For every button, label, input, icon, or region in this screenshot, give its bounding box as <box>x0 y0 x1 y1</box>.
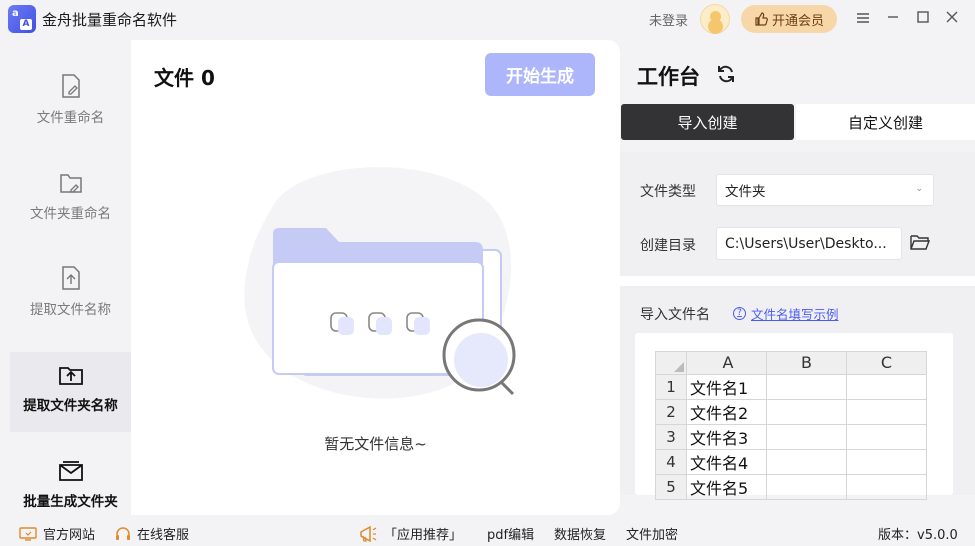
file-count: 文件 0 <box>154 66 215 90</box>
column-header: B <box>766 351 847 375</box>
version-text: 版本：v5.0.0 <box>878 528 958 543</box>
maximize-icon[interactable] <box>913 9 933 29</box>
sidebar: 文件重命名 文件夹重命名 提取文件名称 提取文件夹名称 批量生成文件夹 <box>10 40 131 515</box>
sheet-corner-cell <box>655 351 687 375</box>
sidebar-item-label: 文件夹重命名 <box>30 206 111 222</box>
online-support-link[interactable]: 在线客服 <box>115 524 189 543</box>
row-number: 5 <box>655 473 687 500</box>
empty-folder-illustration <box>244 167 516 399</box>
vip-button[interactable]: 开通会员 <box>741 5 837 33</box>
sidebar-item-label: 文件重命名 <box>36 110 105 126</box>
workbench-tabs: 导入创建 自定义创建 <box>621 104 975 140</box>
folder-stack-icon <box>58 461 83 481</box>
footer-bar: 官方网站 在线客服 「应用推荐」 pdf编辑 数据恢复 文件加密 版本：v5.0… <box>0 516 975 546</box>
row-number: 2 <box>655 398 687 425</box>
file-type-label: 文件类型 <box>640 184 696 200</box>
folder-open-icon[interactable] <box>910 233 930 251</box>
table-row: 5 文件名5 <box>655 473 927 500</box>
file-type-select[interactable]: 文件夹 ⌄ <box>716 174 934 206</box>
column-header: A <box>686 351 767 375</box>
directory-label: 创建目录 <box>640 238 696 254</box>
cell-c <box>846 373 927 400</box>
sheet-header-row: A B C <box>655 351 927 375</box>
title-bar: a A 金舟批量重命名软件 未登录 开通会员 <box>0 0 975 38</box>
cell-c <box>846 448 927 475</box>
spreadsheet-table: A B C 1 文件名1 2 文件名2 3 文件名3 4 文件名4 5 文件名5 <box>655 351 927 500</box>
cell-b <box>766 473 847 500</box>
table-row: 4 文件名4 <box>655 448 927 475</box>
table-row: 3 文件名3 <box>655 423 927 450</box>
logo-letter-large: A <box>20 19 32 30</box>
main-panel: 文件 0 开始生成 暂无文件信息~ <box>131 40 620 515</box>
filename-example-label: 文件名填写示例 <box>751 307 839 322</box>
sidebar-item-extract-folder-names[interactable]: 提取文件夹名称 <box>10 352 131 432</box>
row-number: 4 <box>655 448 687 475</box>
cell-a: 文件名1 <box>686 373 767 400</box>
cell-c <box>846 473 927 500</box>
folder-upload-icon <box>58 367 83 385</box>
official-website-link[interactable]: 官方网站 <box>19 524 95 543</box>
logo-letter-small: a <box>12 8 19 19</box>
row-number: 3 <box>655 423 687 450</box>
cell-c <box>846 398 927 425</box>
sidebar-item-label: 提取文件夹名称 <box>23 398 118 414</box>
vip-button-label: 开通会员 <box>771 13 824 29</box>
table-row: 2 文件名2 <box>655 398 927 425</box>
close-icon[interactable] <box>942 9 962 29</box>
cell-a: 文件名5 <box>686 473 767 500</box>
sidebar-item-extract-file-names[interactable]: 提取文件名称 <box>10 256 131 336</box>
app-title: 金舟批量重命名软件 <box>42 11 178 29</box>
cell-a: 文件名4 <box>686 448 767 475</box>
official-website-label: 官方网站 <box>43 528 96 543</box>
sidebar-item-file-rename[interactable]: 文件重命名 <box>10 64 131 144</box>
menu-icon[interactable] <box>853 9 873 29</box>
app-logo-icon: a A <box>8 5 36 33</box>
headset-icon <box>116 526 130 540</box>
empty-state-text: 暂无文件信息~ <box>324 435 427 453</box>
megaphone-icon <box>360 525 377 542</box>
directory-path-field[interactable]: C:\Users\User\Deskto... <box>716 227 902 260</box>
refresh-icon[interactable] <box>716 64 736 84</box>
avatar[interactable] <box>700 4 730 34</box>
start-generate-button[interactable]: 开始生成 <box>485 53 595 96</box>
pdf-edit-link[interactable]: pdf编辑 <box>487 524 534 543</box>
thumbs-up-icon <box>755 12 768 26</box>
cell-b <box>766 398 847 425</box>
file-encrypt-link[interactable]: 文件加密 <box>626 524 678 543</box>
import-filename-label: 导入文件名 <box>640 307 710 323</box>
row-number: 1 <box>655 373 687 400</box>
tab-custom-create[interactable]: 自定义创建 <box>796 104 975 140</box>
question-icon: ? <box>733 307 746 320</box>
file-upload-icon <box>61 266 80 290</box>
online-support-label: 在线客服 <box>137 528 190 543</box>
file-edit-icon <box>61 74 80 98</box>
minimize-icon[interactable] <box>883 9 903 29</box>
cell-b <box>766 423 847 450</box>
column-header: C <box>846 351 927 375</box>
sidebar-item-folder-rename[interactable]: 文件夹重命名 <box>10 160 131 240</box>
section-divider <box>620 276 975 286</box>
cell-b <box>766 373 847 400</box>
file-type-value: 文件夹 <box>725 184 766 200</box>
chevron-down-icon: ⌄ <box>915 184 923 194</box>
cell-a: 文件名3 <box>686 423 767 450</box>
table-row: 1 文件名1 <box>655 373 927 400</box>
cell-c <box>846 423 927 450</box>
data-recovery-link[interactable]: 数据恢复 <box>554 524 606 543</box>
folder-edit-icon <box>59 174 82 193</box>
workbench-title: 工作台 <box>637 65 700 89</box>
workbench-panel: 工作台 导入创建 自定义创建 文件类型 文件夹 ⌄ 创建目录 C:\Users\… <box>620 40 975 500</box>
sidebar-item-label: 批量生成文件夹 <box>23 494 118 510</box>
app-recommend-label: 「应用推荐」 <box>384 528 463 543</box>
spreadsheet-preview: A B C 1 文件名1 2 文件名2 3 文件名3 4 文件名4 5 文件名5 <box>635 333 953 500</box>
tab-import-create[interactable]: 导入创建 <box>621 104 794 140</box>
app-recommend-link[interactable]: 「应用推荐」 <box>358 524 462 543</box>
sidebar-item-label: 提取文件名称 <box>30 302 111 318</box>
monitor-icon <box>19 526 37 541</box>
filename-example-link[interactable]: ? 文件名填写示例 <box>733 304 839 323</box>
cell-a: 文件名2 <box>686 398 767 425</box>
login-status-link[interactable]: 未登录 <box>649 10 688 29</box>
cell-b <box>766 448 847 475</box>
